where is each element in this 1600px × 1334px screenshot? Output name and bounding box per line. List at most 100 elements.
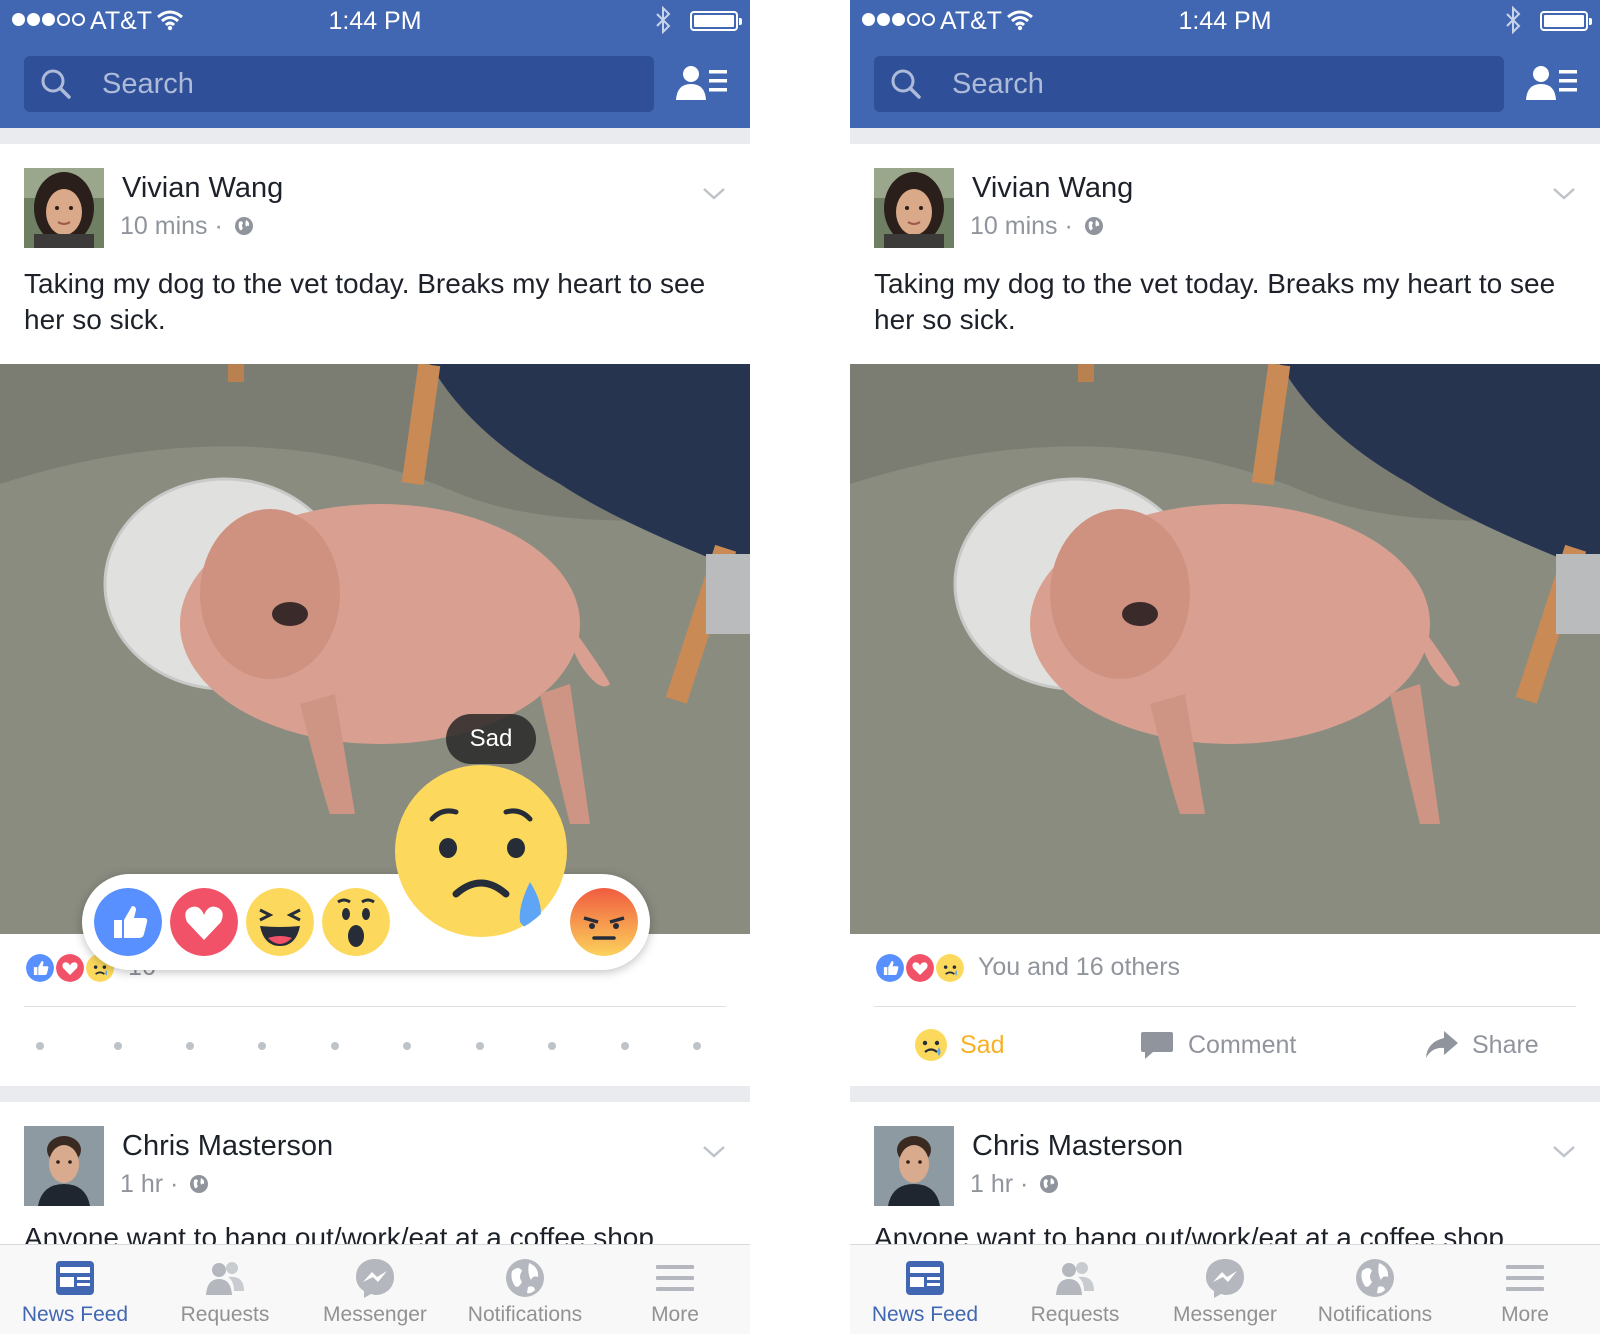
sad-reaction-button[interactable]	[394, 764, 568, 938]
battery-icon	[690, 11, 742, 31]
battery-icon	[1540, 11, 1592, 31]
search-placeholder: Search	[952, 68, 1044, 100]
chevron-down-icon[interactable]	[1552, 1144, 1576, 1160]
feed-gap	[850, 128, 1600, 144]
search-input[interactable]: Search	[24, 56, 654, 112]
love-reaction-icon	[54, 952, 86, 984]
post-photo[interactable]	[850, 364, 1600, 934]
top-bar: AT&T 1:44 PM Search	[850, 0, 1600, 128]
search-icon	[41, 69, 71, 99]
search-icon	[891, 69, 921, 99]
tab-notifications[interactable]: Notifications	[450, 1245, 600, 1334]
action-bar: Sad Comment Share	[850, 1008, 1600, 1086]
clock: 1:44 PM	[1178, 7, 1272, 35]
feed-post: Chris Masterson 1 hr · Anyone want to ha…	[0, 1102, 750, 1252]
status-bar: AT&T 1:44 PM	[850, 0, 1600, 40]
post-author[interactable]: Vivian Wang	[122, 172, 283, 205]
meta-separator: ·	[170, 1170, 179, 1198]
share-label: Share	[1472, 1031, 1539, 1059]
love-reaction-button[interactable]	[170, 888, 238, 956]
post-text: Taking my dog to the vet today. Breaks m…	[874, 268, 1556, 335]
tab-label: More	[1501, 1303, 1549, 1326]
love-reaction-icon	[904, 952, 936, 984]
like-reaction-button[interactable]	[94, 888, 162, 956]
tab-label: More	[651, 1303, 699, 1326]
haha-reaction-button[interactable]	[246, 888, 314, 956]
share-button[interactable]: Share	[1424, 1026, 1574, 1066]
post-time[interactable]: 10 mins	[120, 212, 208, 240]
post-time[interactable]: 10 mins	[970, 212, 1058, 240]
feed-post: Vivian Wang 10 mins · Taking my dog to t…	[850, 144, 1600, 1086]
tab-requests[interactable]: Requests	[1000, 1245, 1150, 1334]
tab-label: Messenger	[1173, 1303, 1277, 1326]
avatar[interactable]	[24, 1126, 104, 1206]
wow-reaction-button[interactable]	[322, 888, 390, 956]
tab-label: News Feed	[871, 1303, 979, 1326]
post-author[interactable]: Chris Masterson	[972, 1130, 1183, 1163]
tab-bar: News Feed Requests Messenger Notificatio…	[850, 1244, 1600, 1334]
globe-icon	[1084, 217, 1103, 235]
tab-requests[interactable]: Requests	[150, 1245, 300, 1334]
meta-separator: ·	[1020, 1170, 1029, 1198]
requests-icon	[1056, 1262, 1094, 1295]
phone-screen-reacted: AT&T 1:44 PM Search Vivian Wang 10 mins …	[850, 0, 1600, 1334]
post-meta: 10 mins ·	[970, 212, 1104, 241]
post-time[interactable]: 1 hr	[970, 1170, 1013, 1198]
chevron-down-icon[interactable]	[1552, 186, 1576, 202]
tab-label: Requests	[1030, 1303, 1120, 1326]
phone-screen-reacting: AT&T 1:44 PM Search Vivian Wang 10 mins …	[0, 0, 750, 1334]
reaction-tooltip: Sad	[446, 714, 536, 764]
divider	[874, 1006, 1576, 1007]
globe-icon	[234, 217, 253, 235]
sad-action-label: Sad	[960, 1031, 1005, 1059]
action-bar-placeholder	[24, 1042, 726, 1052]
post-author[interactable]: Chris Masterson	[122, 1130, 333, 1163]
tab-more[interactable]: More	[1450, 1245, 1600, 1334]
avatar[interactable]	[874, 1126, 954, 1206]
tab-notifications[interactable]: Notifications	[1300, 1245, 1450, 1334]
comment-button[interactable]: Comment	[1140, 1026, 1340, 1066]
tab-news-feed[interactable]: News Feed	[850, 1245, 1000, 1334]
avatar[interactable]	[874, 168, 954, 248]
post-meta: 1 hr ·	[120, 1170, 209, 1199]
feed-post: Chris Masterson 1 hr · Anyone want to ha…	[850, 1102, 1600, 1252]
news-feed-icon	[906, 1261, 944, 1295]
messenger-icon	[1206, 1259, 1244, 1298]
comment-icon	[1141, 1032, 1173, 1059]
like-reaction-icon	[874, 952, 906, 984]
tab-news-feed[interactable]: News Feed	[0, 1245, 150, 1334]
post-meta: 10 mins ·	[120, 212, 254, 241]
post-photo[interactable]	[0, 364, 750, 934]
friend-list-icon[interactable]	[676, 64, 728, 102]
bluetooth-icon	[656, 6, 671, 34]
tab-label: Messenger	[323, 1303, 427, 1326]
reaction-summary-text: You and 16 others	[978, 953, 1181, 981]
like-reaction-icon	[24, 952, 56, 984]
meta-separator: ·	[1064, 212, 1073, 240]
tab-messenger[interactable]: Messenger	[300, 1245, 450, 1334]
tab-more[interactable]: More	[600, 1245, 750, 1334]
angry-reaction-button[interactable]	[570, 888, 638, 956]
menu-icon	[1506, 1265, 1544, 1291]
menu-icon	[656, 1265, 694, 1291]
globe-icon	[190, 1175, 209, 1193]
search-placeholder: Search	[102, 68, 194, 100]
globe-icon	[506, 1259, 544, 1297]
friend-list-icon[interactable]	[1526, 64, 1578, 102]
meta-separator: ·	[214, 212, 223, 240]
post-author[interactable]: Vivian Wang	[972, 172, 1133, 205]
tab-messenger[interactable]: Messenger	[1150, 1245, 1300, 1334]
tab-label: Notifications	[467, 1303, 583, 1326]
reaction-picker	[82, 765, 650, 970]
post-time[interactable]: 1 hr	[120, 1170, 163, 1198]
globe-icon	[1356, 1259, 1394, 1297]
sad-reaction-icon	[934, 952, 966, 984]
avatar[interactable]	[24, 168, 104, 248]
tab-bar: News Feed Requests Messenger Notificatio…	[0, 1244, 750, 1334]
feed-gap	[0, 128, 750, 144]
chevron-down-icon[interactable]	[702, 186, 726, 202]
search-input[interactable]: Search	[874, 56, 1504, 112]
chevron-down-icon[interactable]	[702, 1144, 726, 1160]
post-meta: 1 hr ·	[970, 1170, 1059, 1199]
top-bar: AT&T 1:44 PM Search	[0, 0, 750, 128]
